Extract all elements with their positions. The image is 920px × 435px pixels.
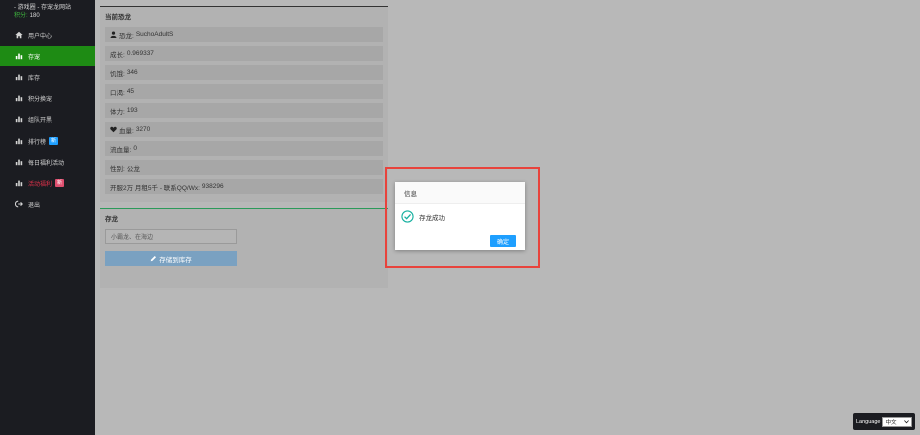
store-pet-panel: 存龙 小霸龙、在海边 存储到库存 — [100, 208, 388, 288]
sidebar-item-user-center[interactable]: 用户中心 — [0, 25, 95, 45]
sidebar-item-daily-events[interactable]: 每日福利活动 — [0, 152, 95, 172]
row-value: 公龙 — [126, 165, 140, 173]
sidebar-item-event-rewards[interactable]: 活动福利 新 — [0, 173, 95, 193]
row-label: 饥饿: — [110, 70, 125, 78]
panel-title: 当前恐龙 — [105, 14, 131, 21]
bar-chart-icon — [15, 137, 23, 145]
pet-name-input[interactable]: 小霸龙、在海边 — [105, 229, 237, 244]
pencil-icon — [150, 255, 157, 262]
row-label: 口渴: — [110, 89, 125, 97]
sidebar-item-label: 组队开黑 — [28, 117, 53, 124]
bar-chart-icon — [15, 94, 23, 102]
thirst-row: 口渴: 45 — [105, 84, 383, 99]
bar-chart-icon — [15, 52, 23, 60]
row-label: 血量: — [119, 127, 134, 135]
bar-chart-icon — [15, 158, 23, 166]
dialog-title: 信息 — [395, 182, 525, 204]
language-selected: 中文 — [885, 419, 897, 426]
row-label: 开服2万 月租5千 - 联系QQ/Wx: — [110, 184, 200, 192]
row-value: 938296 — [201, 183, 224, 190]
row-value: 3270 — [135, 126, 151, 133]
row-label: 体力: — [110, 108, 125, 116]
heart-icon — [110, 126, 117, 133]
row-value: 346 — [126, 69, 138, 76]
gender-row: 性别: 公龙 — [105, 160, 383, 175]
sidebar: - 游戏圈 - 存宠龙网站 积分: 180 用户中心 存宠 库存 积分换宠 组队开… — [0, 0, 95, 435]
brand-title: - 游戏圈 - 存宠龙网站 — [14, 5, 71, 11]
dialog-message: 存龙成功 — [419, 214, 445, 222]
contact-row: 开服2万 月租5千 - 联系QQ/Wx: 938296 — [105, 179, 383, 194]
new-badge: 新 — [55, 179, 65, 187]
sidebar-item-label: 用户中心 — [28, 33, 53, 40]
sidebar-item-label: 库存 — [28, 75, 41, 82]
row-label: 恐龙: — [119, 32, 134, 40]
points-label: 积分: — [14, 13, 28, 19]
points-display: 积分: 180 — [14, 12, 94, 20]
sidebar-item-team-up[interactable]: 组队开黑 — [0, 109, 95, 129]
dialog-body: 存龙成功 — [401, 210, 445, 223]
sidebar-item-label: 退出 — [28, 202, 41, 209]
sidebar-item-label: 积分换宠 — [28, 96, 53, 103]
success-check-icon — [401, 210, 414, 223]
row-label: 成长: — [110, 51, 125, 59]
sidebar-item-logout[interactable]: 退出 — [0, 194, 95, 214]
store-to-inventory-button[interactable]: 存储到库存 — [105, 251, 237, 266]
sidebar-item-label: 每日福利活动 — [28, 160, 65, 167]
bar-chart-icon — [15, 179, 23, 187]
brand: - 游戏圈 - 存宠龙网站 积分: 180 — [14, 4, 94, 20]
hunger-row: 饥饿: 346 — [105, 65, 383, 80]
row-label: 流血量: — [110, 146, 132, 154]
row-value: 45 — [126, 88, 135, 95]
bleed-row: 流血量: 0 — [105, 141, 383, 156]
sidebar-item-label: 存宠 — [28, 54, 41, 61]
row-value: 0.969337 — [126, 50, 154, 57]
new-badge: 新 — [49, 137, 59, 145]
button-label: 存储到库存 — [159, 256, 192, 264]
language-label: Language — [856, 418, 881, 425]
chevron-down-icon — [904, 419, 910, 424]
info-dialog: 信息 存龙成功 确定 — [395, 182, 525, 250]
language-widget: Language 中文 — [853, 413, 915, 430]
health-row: 血量: 3270 — [105, 122, 383, 137]
pet-name-row: 恐龙: SuchoAdultS — [105, 27, 383, 42]
bar-chart-icon — [15, 73, 23, 81]
bar-chart-icon — [15, 115, 23, 123]
sidebar-item-points-exchange[interactable]: 积分换宠 — [0, 88, 95, 108]
points-value: 180 — [29, 13, 40, 19]
row-value: SuchoAdultS — [135, 31, 174, 38]
row-value: 193 — [126, 107, 138, 114]
sidebar-item-label: 活动福利 — [28, 181, 53, 188]
sidebar-item-label: 排行榜 — [28, 139, 47, 146]
user-icon — [110, 31, 117, 38]
stamina-row: 体力: 193 — [105, 103, 383, 118]
home-icon — [15, 31, 23, 39]
sidebar-item-store-pet[interactable]: 存宠 — [0, 46, 95, 66]
sidebar-item-inventory[interactable]: 库存 — [0, 67, 95, 87]
growth-row: 成长: 0.969337 — [105, 46, 383, 61]
row-label: 性别: — [110, 165, 125, 173]
current-pet-panel: 当前恐龙 恐龙: SuchoAdultS 成长: 0.969337 饥饿: 346 口… — [100, 6, 388, 202]
row-value: 0 — [133, 145, 137, 152]
language-select[interactable]: 中文 — [882, 416, 913, 427]
panel-title: 存龙 — [105, 216, 118, 223]
logout-icon — [15, 200, 23, 208]
confirm-button[interactable]: 确定 — [490, 235, 516, 247]
sidebar-item-leaderboard[interactable]: 排行榜 新 — [0, 131, 95, 151]
